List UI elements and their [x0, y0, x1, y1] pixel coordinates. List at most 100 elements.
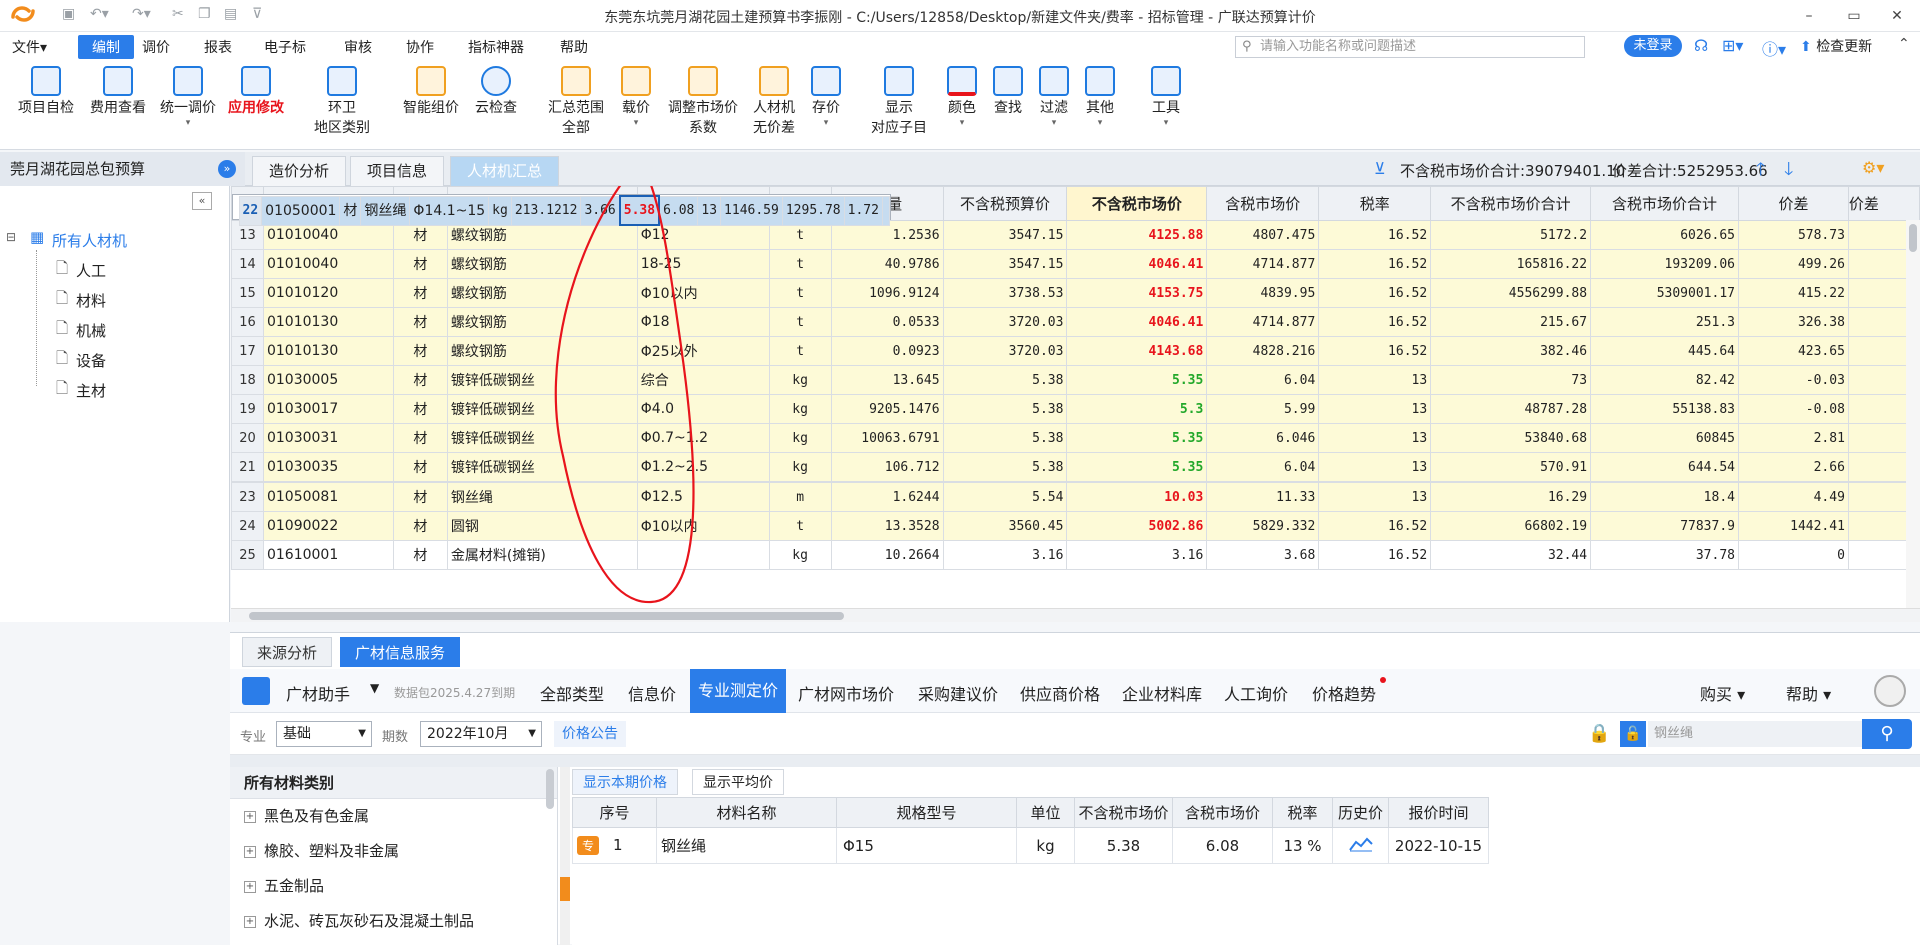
category-item[interactable]: + 黑色及有色金属	[230, 799, 557, 834]
cell-budget-price[interactable]: 5.38	[942, 423, 1068, 453]
cell-taxed-total[interactable]: 77837.9	[1590, 511, 1739, 541]
cell-price-diff[interactable]: -0.03	[1737, 365, 1849, 395]
nav-labor-inquiry[interactable]: 人工询价	[1224, 681, 1288, 705]
region-category-button[interactable]: 环卫 地区类别	[310, 66, 374, 138]
cell-quantity[interactable]: 40.9786	[830, 249, 944, 279]
period-select[interactable]: 2022年10月 ▼	[420, 721, 542, 747]
filter-button[interactable]: 过滤 ▾	[1032, 66, 1076, 128]
cell-quantity[interactable]: 213.1212	[510, 195, 582, 226]
cell-taxed-total[interactable]: 82.42	[1590, 365, 1739, 395]
cell-taxed-total[interactable]: 445.64	[1590, 336, 1739, 366]
arrow-down-icon[interactable]: 🡓	[1784, 157, 1793, 187]
cell-price-diff-2[interactable]	[881, 195, 890, 226]
tab-material-info-service[interactable]: 广材信息服务	[340, 637, 461, 667]
menu-review[interactable]: 审核	[344, 37, 372, 57]
cell-unit[interactable]: t	[768, 249, 832, 279]
collapse-panel-icon[interactable]: «	[192, 192, 212, 210]
col-header-market-price[interactable]: 不含税市场价	[1066, 186, 1208, 221]
function-search-input[interactable]: ⚲ 请输入功能名称或问题描述	[1235, 36, 1585, 58]
cell-price-diff[interactable]: 415.22	[1737, 278, 1849, 308]
cell-market-price[interactable]: 5.35	[1066, 423, 1208, 453]
cell-taxed-market-price[interactable]: 4839.95	[1206, 278, 1320, 308]
cell-taxed-total[interactable]: 193209.06	[1590, 249, 1739, 279]
cell-taxed-total[interactable]: 55138.83	[1590, 394, 1739, 424]
major-select[interactable]: 基础 ▼	[276, 721, 372, 747]
cell-name[interactable]: 金属材料(摊销)	[446, 540, 638, 570]
cell-budget-price[interactable]: 3.16	[942, 540, 1068, 570]
help-menu[interactable]: 帮助 ▾	[1786, 681, 1831, 705]
cell-name[interactable]: 镀锌低碳钢丝	[446, 365, 638, 395]
cell-tax-rate[interactable]: 16.52	[1318, 540, 1432, 570]
cell-name[interactable]: 螺纹钢筋	[446, 249, 638, 279]
cell-quantity[interactable]: 13.645	[830, 365, 944, 395]
unified-price-adjust-button[interactable]: 统一调价 ▾	[156, 66, 220, 128]
scroll-thumb[interactable]	[249, 612, 844, 620]
assistant-dropdown-icon[interactable]: ▼	[370, 681, 379, 695]
cell-market-price[interactable]: 5.35	[1066, 365, 1208, 395]
expand-icon[interactable]: +	[244, 845, 256, 858]
cell-price-diff[interactable]: 2.81	[1737, 423, 1849, 453]
cell-market-total[interactable]: 16.29	[1430, 482, 1592, 512]
tab-current-period-price[interactable]: 显示本期价格	[572, 769, 678, 795]
table-row[interactable]: 18 01030005 材镀锌低碳钢丝 综合 kg 13.645 5.38 5.35 6.04 1…	[231, 365, 1920, 395]
cell-name[interactable]: 螺纹钢筋	[446, 336, 638, 366]
cell-quantity[interactable]: 10063.6791	[830, 423, 944, 453]
cell-unit[interactable]: t	[768, 336, 832, 366]
check-update-button[interactable]: ⬆ 检查更新	[1800, 36, 1872, 56]
cell-market-price[interactable]: 5.38	[618, 195, 661, 226]
unlock-icon[interactable]: 🔓	[1620, 721, 1646, 747]
cell-market-total[interactable]: 53840.68	[1430, 423, 1592, 453]
lock-icon[interactable]: 🔒	[1588, 723, 1610, 744]
cell-market-total[interactable]: 48787.28	[1430, 394, 1592, 424]
cell-market-price[interactable]: 5.3	[1066, 394, 1208, 424]
cell-market-total[interactable]: 73	[1430, 365, 1592, 395]
expand-icon[interactable]: +	[244, 810, 256, 823]
cell-category[interactable]: 材	[392, 540, 448, 570]
cell-taxed-total[interactable]: 18.4	[1590, 482, 1739, 512]
assistant-name[interactable]: 广材助手	[286, 681, 350, 705]
category-item[interactable]: + 橡胶、塑料及非金属	[230, 834, 557, 869]
tab-project-info[interactable]: 项目信息	[350, 156, 445, 186]
nav-all-types[interactable]: 全部类型	[540, 681, 604, 705]
cell-price-diff[interactable]: 2.66	[1737, 452, 1849, 482]
cell-tax-rate[interactable]: 16.52	[1318, 278, 1432, 308]
cell-quantity[interactable]: 1.6244	[830, 482, 944, 512]
cell-unit[interactable]: t	[768, 278, 832, 308]
cell-spec[interactable]: Φ4.0	[636, 394, 770, 424]
cell-price-diff[interactable]: 326.38	[1737, 307, 1849, 337]
cell-quantity[interactable]: 0.0923	[830, 336, 944, 366]
cell-taxed-market-price[interactable]: 4714.877	[1206, 249, 1320, 279]
cell-taxed-market-price[interactable]: 5829.332	[1206, 511, 1320, 541]
cell-price-diff[interactable]: 578.73	[1737, 220, 1849, 250]
menu-report[interactable]: 报表	[204, 37, 232, 57]
nav-supplier-price[interactable]: 供应商价格	[1020, 681, 1100, 705]
cell-price-diff[interactable]: 4.49	[1737, 482, 1849, 512]
menu-collaborate[interactable]: 协作	[406, 37, 434, 57]
col-header-tax-rate[interactable]: 税率	[1318, 186, 1432, 221]
cell-unit[interactable]: kg	[768, 423, 832, 453]
cell-market-total[interactable]: 570.91	[1430, 452, 1592, 482]
info-icon[interactable]: ⓘ▾	[1762, 36, 1786, 60]
cell-taxed-market-price[interactable]: 4828.216	[1206, 336, 1320, 366]
cell-tax-rate[interactable]: 13	[1318, 482, 1432, 512]
apps-grid-icon[interactable]: ⊞▾	[1722, 36, 1743, 55]
cell-budget-price[interactable]: 3547.15	[942, 249, 1068, 279]
col-header-price-diff-2[interactable]: 价差	[1847, 186, 1920, 221]
cell-quantity[interactable]: 10.2664	[830, 540, 944, 570]
cell-price-diff[interactable]: 423.65	[1737, 336, 1849, 366]
cell-category[interactable]: 材	[392, 249, 448, 279]
cell-code[interactable]: 01030017	[262, 394, 394, 424]
minimize-button[interactable]: –	[1790, 4, 1828, 28]
cell-category[interactable]: 材	[392, 423, 448, 453]
cell-spec[interactable]: 综合	[636, 365, 770, 395]
cell-tax-rate[interactable]: 13	[1318, 452, 1432, 482]
menu-e-bid[interactable]: 电子标	[264, 37, 306, 57]
cell-tax-rate[interactable]: 13	[1318, 365, 1432, 395]
support-icon[interactable]: ☊	[1694, 36, 1708, 55]
cell-market-price[interactable]: 5.35	[1066, 452, 1208, 482]
project-selector[interactable]: 莞月湖花园总包预算 »	[0, 152, 245, 186]
table-row[interactable]: 25 01610001 材金属材料(摊销) kg 10.2664 3.16 3.16 3.68…	[231, 540, 1920, 570]
cell-market-price[interactable]: 4046.41	[1066, 307, 1208, 337]
table-row[interactable]: 19 01030017 材镀锌低碳钢丝 Φ4.0 kg 9205.1476 5.38 5.3 5…	[231, 394, 1920, 424]
splitter[interactable]	[560, 767, 570, 945]
